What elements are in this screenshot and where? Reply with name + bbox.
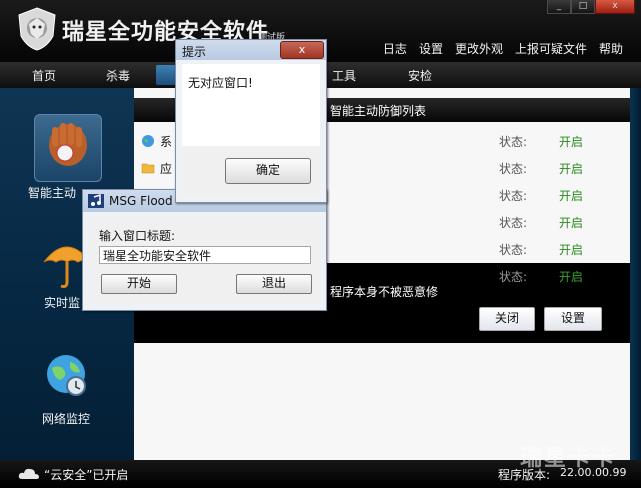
lion-shield-logo-icon xyxy=(18,7,56,51)
tab-security-check[interactable]: 安检 xyxy=(408,67,432,84)
sidebar-item-label: 智能主动 xyxy=(28,186,77,200)
system-globe-icon xyxy=(142,135,154,147)
start-button[interactable]: 开始 xyxy=(101,274,177,294)
row-name: 系 xyxy=(160,135,173,149)
close-window-button[interactable]: x xyxy=(595,0,635,14)
row-status-value[interactable]: 开启 xyxy=(559,160,583,177)
rising-antivirus-window: 瑞星全功能安全软件 测试版 _ □ x 日志 设置 更改外观 上报可疑文件 帮助… xyxy=(0,0,641,488)
menu-report-file[interactable]: 上报可疑文件 xyxy=(515,40,587,57)
ok-button[interactable]: 确定 xyxy=(225,158,311,184)
row-status-value[interactable]: 开启 xyxy=(559,214,583,231)
watermark-text: 瑞星卡卡 xyxy=(520,446,617,471)
panel-title: 智能主动防御列表 xyxy=(330,104,427,118)
minimize-button[interactable]: _ xyxy=(547,0,571,14)
row-status-label: 状态: xyxy=(499,189,528,203)
right-frame-edge xyxy=(630,88,641,460)
row-status-value[interactable]: 开启 xyxy=(559,187,583,204)
alert-close-button[interactable]: x xyxy=(280,41,324,59)
tab-tools[interactable]: 工具 xyxy=(332,67,356,84)
alert-title: 提示 xyxy=(182,45,207,59)
sidebar-item-label: 网络监控 xyxy=(42,412,91,426)
tab-scan[interactable]: 杀毒 xyxy=(106,67,130,84)
row-status-value[interactable]: 开启 xyxy=(559,268,583,285)
row-name: 应 xyxy=(160,162,173,176)
row-status-value[interactable]: 开启 xyxy=(559,133,583,150)
baseball-glove-icon xyxy=(34,114,102,182)
settings-button[interactable]: 设置 xyxy=(544,307,602,331)
cloud-security-status[interactable]: “云安全”已开启 xyxy=(44,466,128,483)
sidebar-item-label: 实时监 xyxy=(44,296,81,310)
alert-message: 无对应窗口! xyxy=(188,76,253,90)
alert-titlebar: 提示 x xyxy=(176,40,326,60)
row-status-label: 状态: xyxy=(499,135,528,149)
row-status-label: 状态: xyxy=(499,243,528,257)
window-title-input[interactable]: 瑞星全功能安全软件 xyxy=(99,246,311,264)
row-status-value[interactable]: 开启 xyxy=(559,241,583,258)
flood-title: MSG Flood xyxy=(109,194,173,208)
window-controls: _ □ x xyxy=(547,0,635,14)
exit-button[interactable]: 退出 xyxy=(236,274,312,294)
alert-dialog: 提示 x 无对应窗口! 确定 xyxy=(175,39,327,203)
window-title-label: 输入窗口标题: xyxy=(99,229,176,243)
menu-change-skin[interactable]: 更改外观 xyxy=(455,40,503,57)
close-feature-button[interactable]: 关闭 xyxy=(479,307,535,331)
menu-settings[interactable]: 设置 xyxy=(419,40,443,57)
menu-log[interactable]: 日志 xyxy=(383,40,407,57)
tab-home[interactable]: 首页 xyxy=(32,67,56,84)
maximize-button[interactable]: □ xyxy=(571,0,595,14)
menu-help[interactable]: 帮助 xyxy=(599,40,623,57)
row-status-label: 状态: xyxy=(499,270,528,284)
top-menu: 日志 设置 更改外观 上报可疑文件 帮助 xyxy=(383,40,623,57)
row-status-label: 状态: xyxy=(499,216,528,230)
feature-description: 程序本身不被恶意修 xyxy=(330,285,439,299)
globe-shield-icon xyxy=(34,344,100,410)
row-status-label: 状态: xyxy=(499,162,528,176)
msg-flood-window: MSG Flood 输入窗口标题: 瑞星全功能安全软件 开始 退出 xyxy=(82,189,327,311)
cloud-icon xyxy=(18,468,39,479)
folder-icon xyxy=(141,163,155,174)
music-note-icon xyxy=(88,194,104,208)
